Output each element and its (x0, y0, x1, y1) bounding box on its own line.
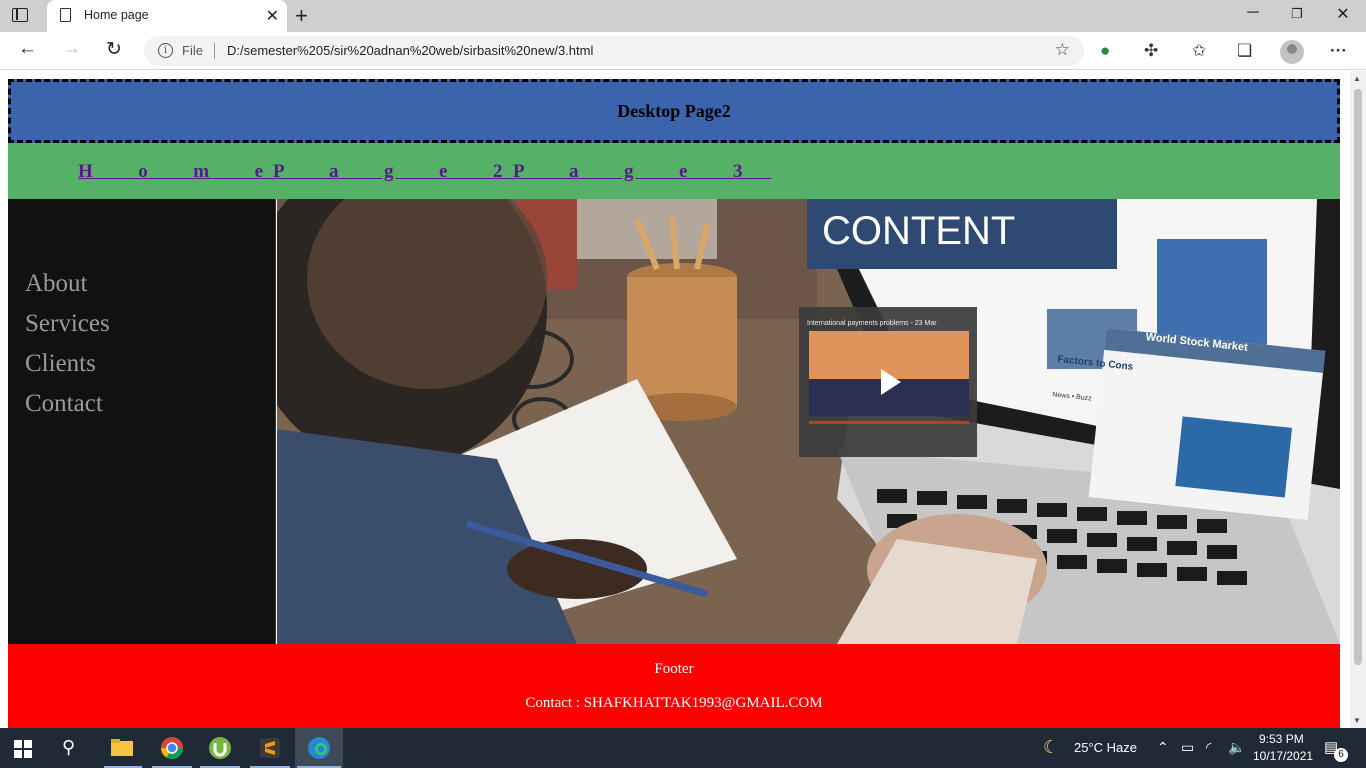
file-explorer-icon[interactable] (110, 736, 134, 760)
forward-icon[interactable]: → (62, 38, 81, 60)
edge-icon[interactable] (307, 736, 331, 760)
page-header: Desktop Page2 (8, 79, 1340, 143)
add-favorite-icon[interactable]: ☆ (1055, 40, 1070, 60)
restore-icon[interactable]: ❐ (1274, 6, 1320, 22)
screen-heading: CONTENT (822, 209, 1015, 253)
video-popup-title: International payments problems - 23 Mar (807, 320, 937, 327)
tab-title: Home page (84, 8, 149, 22)
favorites-icon[interactable]: ✩ (1192, 41, 1206, 61)
footer-title: Footer (654, 661, 694, 677)
sidebar-list: About Services Clients Contact (25, 269, 110, 429)
search-icon[interactable]: ⚲ (62, 737, 75, 758)
sidebar: About Services Clients Contact (8, 199, 276, 644)
scroll-up-icon[interactable]: ▲ (1353, 74, 1361, 83)
sidebar-item-contact[interactable]: Contact (25, 389, 110, 429)
scroll-down-icon[interactable]: ▼ (1353, 716, 1361, 725)
weather-icon[interactable]: ☾ (1043, 737, 1059, 758)
windows-taskbar: ⚲ ☾ 25°C Haze ⌃ ▭ ◜ 🔈 9:53 PM 10/17/2021… (0, 728, 1366, 768)
tab-actions-icon[interactable] (12, 8, 28, 22)
page-title: Desktop Page2 (617, 100, 731, 121)
profile-avatar[interactable] (1280, 40, 1304, 64)
scroll-thumb[interactable] (1354, 89, 1362, 665)
nav-link-home[interactable]: H o m e (78, 161, 292, 183)
battery-icon[interactable]: ▭ (1181, 739, 1194, 756)
nav-link-page-3[interactable]: P a g e 3 (513, 161, 771, 183)
show-hidden-icons-icon[interactable]: ⌃ (1157, 739, 1169, 756)
extension-globe-icon[interactable]: ● (1100, 41, 1110, 61)
nav-link-page-2[interactable]: P a g e 2 (273, 161, 531, 183)
sidebar-item-services[interactable]: Services (25, 309, 110, 349)
minimize-icon[interactable]: ─ (1230, 4, 1276, 22)
more-menu-icon[interactable]: ··· (1330, 41, 1347, 61)
browser-tab-strip: Home page ✕ + ─ ❐ ✕ (0, 0, 1366, 32)
clock-date[interactable]: 10/17/2021 (1253, 749, 1313, 763)
url-text[interactable]: D:/semester%205/sir%20adnan%20web/sirbas… (227, 43, 593, 58)
sublime-text-icon[interactable] (258, 736, 282, 760)
chrome-icon[interactable] (160, 736, 184, 760)
web-page: Desktop Page2 H o m e P a g e 2 P a g e … (0, 71, 1350, 728)
extensions-puzzle-icon[interactable]: ✣ (1144, 41, 1158, 61)
weather-text[interactable]: 25°C Haze (1074, 740, 1137, 755)
collections-icon[interactable]: ❏ (1237, 41, 1252, 61)
url-separator (214, 43, 215, 59)
hero-image: CONTENT International payments problems … (277, 199, 1340, 644)
hero-illustration: CONTENT International payments problems … (277, 199, 1340, 644)
new-tab-icon[interactable]: + (295, 3, 308, 29)
notification-count-badge: 6 (1334, 748, 1348, 762)
address-bar[interactable]: i File D:/semester%205/sir%20adnan%20web… (144, 36, 1084, 66)
refresh-icon[interactable]: ↻ (106, 38, 122, 61)
page-scrollbar[interactable]: ▲ ▼ (1350, 71, 1366, 728)
info-icon[interactable]: i (158, 43, 173, 58)
window-close-icon[interactable]: ✕ (1320, 4, 1366, 24)
footer-contact: Contact : SHAFKHATTAK1993@GMAIL.COM (525, 695, 823, 711)
volume-icon[interactable]: 🔈 (1228, 739, 1245, 756)
document-icon (60, 8, 71, 22)
close-tab-icon[interactable]: ✕ (266, 6, 279, 26)
clock-time[interactable]: 9:53 PM (1259, 732, 1304, 746)
sidebar-item-clients[interactable]: Clients (25, 349, 110, 389)
utorrent-icon[interactable] (208, 736, 232, 760)
back-icon[interactable]: ← (18, 38, 37, 60)
browser-tab[interactable]: Home page ✕ (47, 0, 287, 32)
top-nav: H o m e P a g e 2 P a g e 3 (8, 143, 1340, 199)
url-scheme-label: File (182, 43, 203, 58)
network-icon[interactable]: ◜ (1206, 739, 1211, 756)
address-toolbar: ← → ↻ i File D:/semester%205/sir%20adnan… (0, 32, 1366, 70)
sidebar-item-about[interactable]: About (25, 269, 110, 309)
windows-start-icon[interactable] (14, 740, 32, 758)
page-footer: Footer Contact : SHAFKHATTAK1993@GMAIL.C… (8, 644, 1340, 728)
